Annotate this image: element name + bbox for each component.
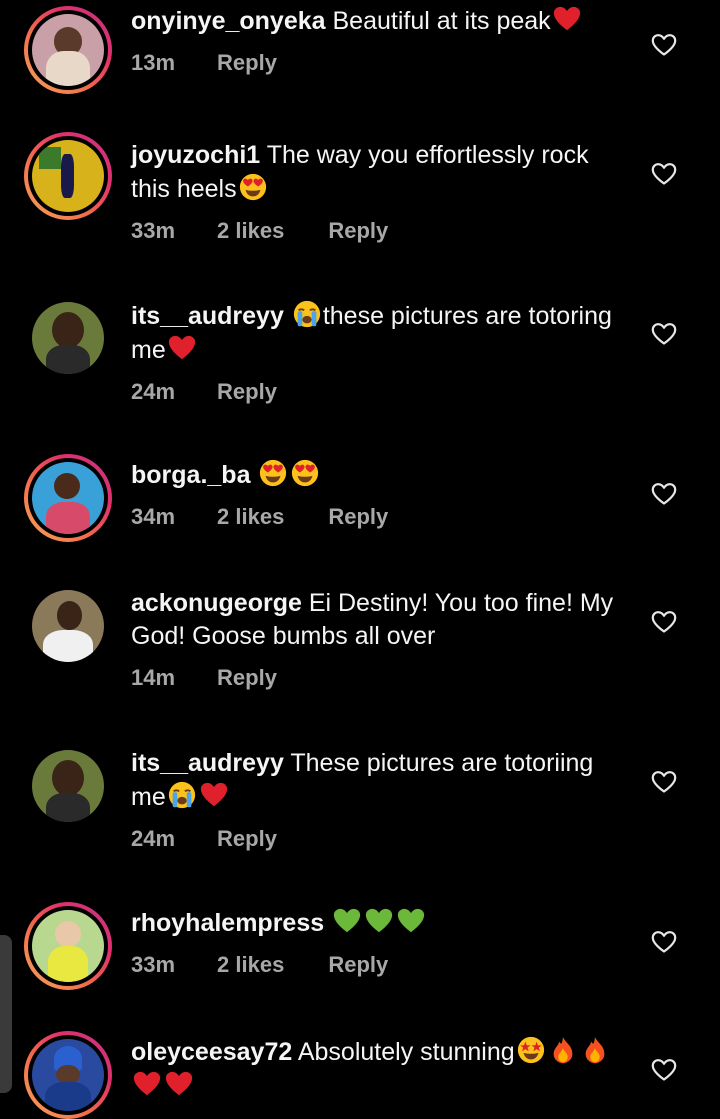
avatar[interactable]: [24, 1031, 112, 1119]
avatar-photo: [32, 302, 104, 374]
like-heart-icon[interactable]: [651, 930, 677, 954]
comment-body: its__audreyy these pictures are totoring…: [131, 299, 621, 405]
red-heart-emoji: [168, 335, 195, 360]
avatar[interactable]: [32, 590, 104, 662]
comment-timestamp: 24m: [131, 826, 176, 851]
fire-emoji: [553, 1036, 573, 1064]
avatar-photo: [32, 1039, 104, 1111]
comment-meta: 24m Reply: [131, 826, 621, 852]
fire-emoji: [585, 1036, 605, 1064]
like-heart-icon[interactable]: [651, 162, 677, 186]
heart-eyes-emoji: [239, 173, 266, 201]
comment-body: borga._ba 34m 2 likes Reply: [131, 458, 621, 530]
avatar-photo: [32, 590, 104, 662]
comment-body: ackonugeorge Ei Destiny! You too fine! M…: [131, 587, 621, 691]
comment-text-block: ackonugeorge Ei Destiny! You too fine! M…: [131, 587, 621, 653]
comment-username[interactable]: borga._ba: [131, 461, 250, 489]
avatar-photo: [32, 14, 104, 86]
comment-text-block: its__audreyy These pictures are totoriin…: [131, 747, 621, 814]
comment-like-count[interactable]: 2 likes: [217, 218, 284, 244]
comment-username[interactable]: oleyceesay72: [131, 1038, 292, 1066]
green-heart-emoji: [365, 908, 393, 933]
avatar-photo: [32, 750, 104, 822]
like-heart-icon[interactable]: [651, 610, 677, 634]
green-heart-emoji: [333, 908, 361, 933]
comment-username[interactable]: onyinye_onyeka: [131, 7, 326, 35]
comment-timestamp: 14m: [131, 665, 176, 690]
like-heart-icon[interactable]: [651, 482, 677, 506]
avatar[interactable]: [24, 6, 112, 94]
comment-body: onyinye_onyeka Beautiful at its peak 13m R…: [131, 4, 621, 76]
comment-like-count[interactable]: 2 likes: [217, 504, 284, 530]
loudly-crying-emoji: [168, 781, 195, 809]
comment-meta: 13m Reply: [131, 50, 621, 76]
comment-meta: 33m 2 likes Reply: [131, 218, 621, 244]
like-heart-icon[interactable]: [651, 322, 677, 346]
heart-eyes-emoji: [292, 459, 319, 487]
reply-button[interactable]: Reply: [328, 952, 388, 978]
comment-text-block: borga._ba: [131, 458, 621, 492]
comment-username[interactable]: rhoyhalempress: [131, 909, 324, 937]
comment-username[interactable]: ackonugeorge: [131, 589, 302, 617]
avatar[interactable]: [24, 132, 112, 220]
reply-button[interactable]: Reply: [217, 379, 277, 405]
comment-meta: 24m Reply: [131, 379, 621, 405]
comment-timestamp: 24m: [131, 379, 176, 404]
comment-text-block: its__audreyy these pictures are totoring…: [131, 299, 621, 367]
comment-username[interactable]: its__audreyy: [131, 302, 284, 330]
red-heart-emoji: [133, 1071, 161, 1096]
comment-text: Absolutely stunning: [297, 1038, 515, 1066]
avatar[interactable]: [32, 302, 104, 374]
avatar[interactable]: [24, 902, 112, 990]
comment-timestamp: 13m: [131, 50, 176, 75]
comment-text-block: joyuzochi1 The way you effortlessly rock…: [131, 139, 621, 206]
heart-eyes-emoji: [260, 459, 287, 487]
comment-meta: 34m 2 likes Reply: [131, 504, 621, 530]
avatar-photo: [32, 910, 104, 982]
avatar[interactable]: [32, 750, 104, 822]
comment-body: joyuzochi1 The way you effortlessly rock…: [131, 139, 621, 244]
comment-text-block: rhoyhalempress: [131, 906, 621, 940]
reply-button[interactable]: Reply: [217, 50, 277, 76]
like-heart-icon[interactable]: [651, 770, 677, 794]
green-heart-emoji: [397, 908, 425, 933]
comment-meta: 33m 2 likes Reply: [131, 952, 621, 978]
comment-username[interactable]: its__audreyy: [131, 749, 284, 777]
reply-button[interactable]: Reply: [217, 826, 277, 852]
comment-username[interactable]: joyuzochi1: [131, 141, 260, 169]
comment-meta: 14m Reply: [131, 665, 621, 691]
comment-text: Beautiful at its peak: [332, 7, 551, 35]
comment-body: rhoyhalempress 33m 2 likes Reply: [131, 906, 621, 978]
star-struck-emoji: [517, 1036, 544, 1064]
loudly-crying-emoji: [293, 300, 320, 328]
comment-timestamp: 33m: [131, 952, 176, 977]
avatar-photo: [32, 462, 104, 534]
like-heart-icon[interactable]: [651, 1058, 677, 1082]
comment-body: its__audreyy These pictures are totoriin…: [131, 747, 621, 852]
red-heart-emoji: [200, 782, 227, 807]
comment-like-count[interactable]: 2 likes: [217, 952, 284, 978]
comment-timestamp: 33m: [131, 218, 176, 243]
like-heart-icon[interactable]: [651, 33, 677, 57]
avatar-photo: [32, 140, 104, 212]
reply-button[interactable]: Reply: [217, 665, 277, 691]
scrollbar[interactable]: [0, 935, 12, 1093]
red-heart-emoji: [553, 6, 580, 31]
comment-timestamp: 34m: [131, 504, 176, 529]
red-heart-emoji: [165, 1071, 193, 1096]
reply-button[interactable]: Reply: [328, 504, 388, 530]
avatar[interactable]: [24, 454, 112, 542]
reply-button[interactable]: Reply: [328, 218, 388, 244]
comments-list: onyinye_onyeka Beautiful at its peak 13m R…: [0, 0, 720, 1119]
comment-text-block: onyinye_onyeka Beautiful at its peak: [131, 4, 621, 38]
